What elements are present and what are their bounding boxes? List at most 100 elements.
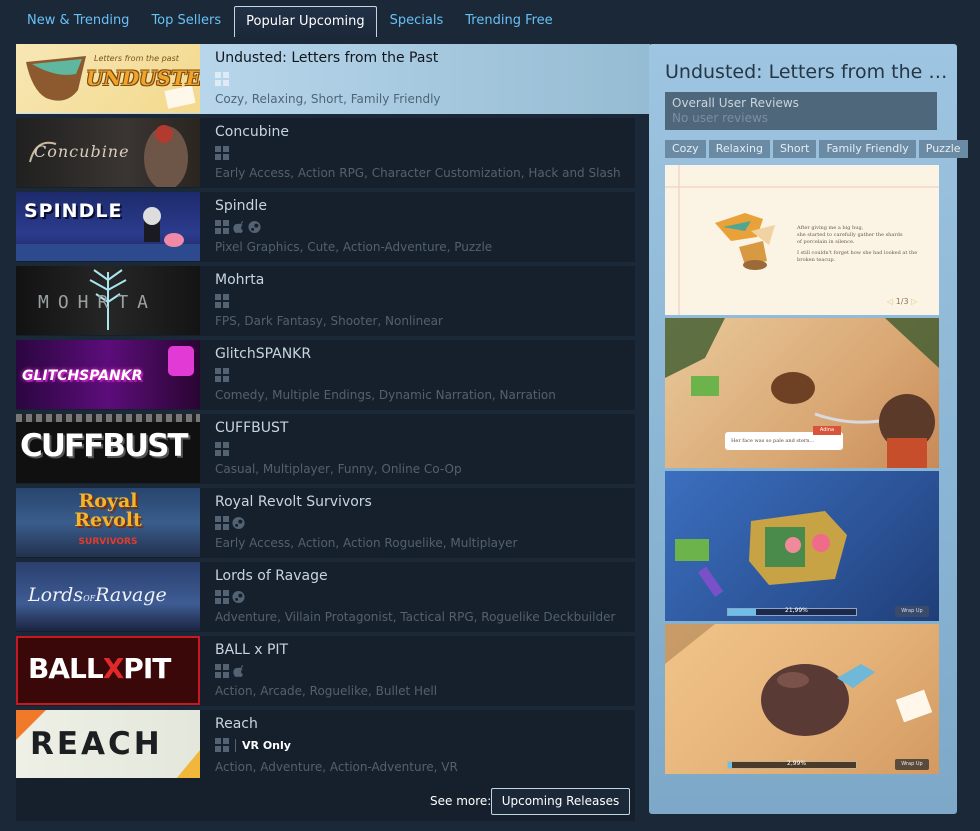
- capsule-cuffbust: CUFFBUST: [16, 414, 200, 483]
- game-title: Spindle: [215, 198, 267, 214]
- preview-title[interactable]: Undusted: Letters from the Past: [665, 61, 951, 83]
- tag-cozy[interactable]: Cozy: [665, 140, 706, 158]
- platform-icons: [215, 146, 229, 160]
- screenshot-1-page: ◁ 1/3 ▷: [887, 297, 917, 306]
- game-row-concubine[interactable]: Concubine Concubine Early Access, Action…: [16, 118, 635, 188]
- game-row-mohrta[interactable]: MOHRTA Mohrta FPS, Dark Fantasy, Shooter…: [16, 266, 635, 336]
- ball-logo-x: X: [102, 652, 125, 685]
- lords-logo-word2: Ravage: [95, 584, 167, 606]
- lords-logo-of: OF: [83, 594, 96, 603]
- platform-icons: [215, 442, 229, 456]
- tab-bar: New & Trending Top Sellers Popular Upcom…: [16, 6, 564, 37]
- undusted-logo-sub: Letters from the past: [94, 54, 179, 63]
- cuffbust-logo: CUFFBUST: [20, 428, 189, 464]
- steam-icon: [232, 590, 245, 604]
- windows-icon: [215, 146, 229, 160]
- windows-icon: [215, 590, 229, 604]
- platform-icons: [215, 368, 229, 382]
- restore-progress-text: 21,99%: [785, 607, 808, 614]
- capsule-reach: REACH: [16, 710, 200, 779]
- reviews-value: No user reviews: [672, 111, 769, 125]
- game-row-cuffbust[interactable]: CUFFBUST CUFFBUST Casual, Multiplayer, F…: [16, 414, 635, 484]
- game-tags: Early Access, Action RPG, Character Cust…: [215, 166, 621, 180]
- steam-icon: [248, 220, 261, 234]
- game-row-reach[interactable]: REACH Reach VR Only Action, Adventure, A…: [16, 710, 635, 780]
- tag-puzzle[interactable]: Puzzle: [918, 140, 968, 158]
- game-tags: Action, Arcade, Roguelike, Bullet Hell: [215, 684, 438, 698]
- game-row-spindle[interactable]: SPINDLE Spindle Pixel Graphics, Cute, Ac…: [16, 192, 635, 262]
- windows-icon: [215, 294, 229, 308]
- caption-line-1: After giving me a big hug,: [797, 225, 864, 231]
- glitchspankr-logo: GLITCHSPANKR: [22, 368, 143, 384]
- game-title: Lords of Ravage: [215, 568, 328, 584]
- upcoming-releases-button[interactable]: Upcoming Releases: [491, 788, 630, 815]
- screenshot-1-caption: After giving me a big hug, she started t…: [797, 225, 927, 264]
- tag-short[interactable]: Short: [772, 140, 817, 158]
- game-row-lords-of-ravage[interactable]: LordsOFRavage Lords of Ravage Adventure,…: [16, 562, 635, 632]
- reviews-label: Overall User Reviews: [672, 96, 799, 110]
- page-indicator: 1/3: [895, 297, 909, 306]
- game-title: Royal Revolt Survivors: [215, 494, 372, 510]
- see-more-label: See more:: [430, 794, 492, 808]
- ball-x-pit-logo: BALLXPIT: [28, 652, 171, 685]
- tag-family-friendly[interactable]: Family Friendly: [819, 140, 916, 158]
- tag-relaxing[interactable]: Relaxing: [708, 140, 770, 158]
- next-page-icon: ▷: [908, 297, 918, 306]
- screenshot-1[interactable]: After giving me a big hug, she started t…: [665, 165, 939, 315]
- mohrta-logo: MOHRTA: [38, 292, 158, 313]
- restore-progress-text-2: 2,99%: [787, 760, 807, 767]
- prev-page-icon: ◁: [887, 297, 896, 306]
- game-tags: Action, Adventure, Action-Adventure, VR: [215, 760, 458, 774]
- game-tags: Adventure, Villain Protagonist, Tactical…: [215, 610, 616, 624]
- lords-logo-word1: Lords: [28, 584, 84, 606]
- tab-top-sellers[interactable]: Top Sellers: [140, 6, 232, 37]
- tab-specials[interactable]: Specials: [379, 6, 455, 37]
- steam-icon: [232, 516, 245, 530]
- windows-icon: [215, 738, 229, 752]
- screenshot-4[interactable]: 2,99% Wrap Up: [665, 624, 939, 774]
- windows-icon: [215, 442, 229, 456]
- restore-progress-fill-2: [728, 762, 732, 768]
- platform-icons: [215, 664, 245, 678]
- platform-icons: [215, 590, 245, 604]
- game-title: Undusted: Letters from the Past: [215, 50, 439, 66]
- windows-icon: [215, 664, 229, 678]
- apple-icon: [233, 221, 243, 233]
- game-row-undusted[interactable]: Letters from the past UNDUSTED Undusted:…: [16, 44, 650, 114]
- caption-line-2: she started to carefully gather the shar…: [797, 232, 903, 238]
- capsule-mohrta: MOHRTA: [16, 266, 200, 335]
- caption-line-3: of porcelain in silence.: [797, 239, 855, 245]
- user-reviews-box: Overall User Reviews No user reviews: [665, 92, 937, 130]
- game-list: Letters from the past UNDUSTED Undusted:…: [16, 44, 650, 821]
- see-more-bar: See more: Upcoming Releases: [16, 778, 635, 821]
- platform-icons: [215, 220, 261, 234]
- screenshot-3[interactable]: 21,99% Wrap Up: [665, 471, 939, 621]
- wrap-up-button-2: Wrap Up: [895, 759, 929, 770]
- royal-revolt-logo-sub: SURVIVORS: [78, 537, 138, 547]
- tab-new-trending[interactable]: New & Trending: [16, 6, 140, 37]
- game-row-royal-revolt[interactable]: Royal Revolt SURVIVORS Royal Revolt Surv…: [16, 488, 635, 558]
- game-title: CUFFBUST: [215, 420, 289, 436]
- game-row-ball-x-pit[interactable]: BALLXPIT BALL x PIT Action, Arcade, Rogu…: [16, 636, 635, 706]
- royal-revolt-logo-line2: Revolt: [74, 509, 142, 531]
- wrap-up-button: Wrap Up: [895, 606, 929, 617]
- game-tags: Pixel Graphics, Cute, Action-Adventure, …: [215, 240, 493, 254]
- game-title: Reach: [215, 716, 258, 732]
- restore-progress-fill: [728, 609, 757, 615]
- undusted-logo: UNDUSTED: [86, 66, 200, 90]
- game-tags: Early Access, Action, Action Roguelike, …: [215, 536, 518, 550]
- game-title: Concubine: [215, 124, 290, 140]
- tab-popular-upcoming[interactable]: Popular Upcoming: [234, 6, 377, 37]
- spindle-logo: SPINDLE: [24, 200, 123, 222]
- royal-revolt-logo: Royal Revolt: [16, 492, 200, 530]
- game-tags: Comedy, Multiple Endings, Dynamic Narrat…: [215, 388, 556, 402]
- screenshot-2[interactable]: Her face was so pale and stern... Adina: [665, 318, 939, 468]
- platform-icons: [215, 516, 245, 530]
- game-row-glitchspankr[interactable]: GLITCHSPANKR GlitchSPANKR Comedy, Multip…: [16, 340, 635, 410]
- lords-of-ravage-logo: LordsOFRavage: [28, 584, 167, 606]
- platform-icons: [215, 294, 229, 308]
- tab-trending-free[interactable]: Trending Free: [454, 6, 563, 37]
- capsule-spindle: SPINDLE: [16, 192, 200, 261]
- game-title: Mohrta: [215, 272, 265, 288]
- capsule-royal-revolt: Royal Revolt SURVIVORS: [16, 488, 200, 557]
